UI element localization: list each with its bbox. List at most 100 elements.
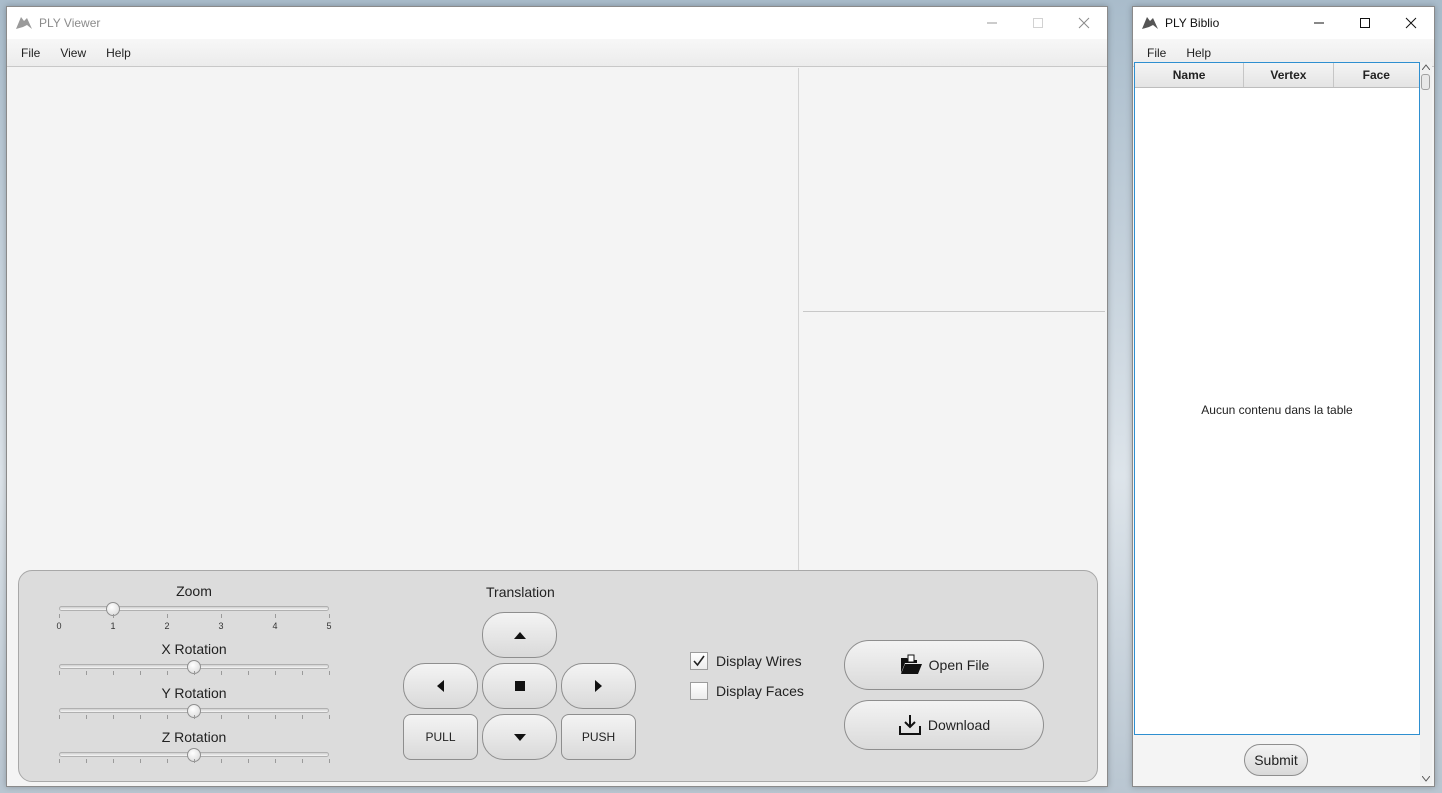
y-rotation-label: Y Rotation bbox=[161, 685, 227, 701]
z-rotation-label: Z Rotation bbox=[161, 729, 227, 745]
slider-tick bbox=[167, 715, 168, 719]
close-button[interactable] bbox=[1388, 7, 1434, 39]
scroll-up-icon[interactable] bbox=[1422, 64, 1430, 70]
app-logo-icon bbox=[1141, 15, 1159, 31]
slider-tick bbox=[302, 671, 303, 675]
menu-help[interactable]: Help bbox=[1176, 46, 1221, 60]
minimize-icon bbox=[1314, 22, 1324, 24]
app-logo-icon bbox=[15, 15, 33, 31]
scrollbar-thumb[interactable] bbox=[1421, 74, 1430, 90]
slider-tick bbox=[248, 759, 249, 763]
zoom-tick-label: 5 bbox=[326, 621, 332, 631]
slider-tick bbox=[59, 671, 60, 675]
window-title: PLY Biblio bbox=[1165, 16, 1220, 30]
zoom-tick bbox=[167, 614, 168, 618]
column-header-vertex[interactable]: Vertex bbox=[1244, 63, 1334, 87]
slider-tick bbox=[140, 759, 141, 763]
translate-up-button[interactable] bbox=[482, 612, 557, 658]
maximize-icon bbox=[1360, 18, 1370, 28]
download-button[interactable]: Download bbox=[844, 700, 1044, 750]
menu-help[interactable]: Help bbox=[96, 46, 141, 60]
display-faces-label: Display Faces bbox=[716, 683, 804, 699]
zoom-tick bbox=[221, 614, 222, 618]
slider-tick bbox=[167, 759, 168, 763]
x-rotation-label: X Rotation bbox=[161, 641, 227, 657]
slider-tick bbox=[194, 671, 195, 675]
close-icon bbox=[1405, 17, 1417, 29]
slider-tick bbox=[329, 715, 330, 719]
close-button[interactable] bbox=[1061, 7, 1107, 39]
display-wires-box[interactable] bbox=[690, 652, 708, 670]
minimize-button[interactable] bbox=[969, 7, 1015, 39]
ply-viewer-window: PLY Viewer File View Help Zoom 0 1 2 3 4 5 X … bbox=[6, 6, 1108, 787]
download-icon bbox=[898, 715, 921, 735]
slider-tick bbox=[167, 671, 168, 675]
slider-tick bbox=[86, 671, 87, 675]
minimize-icon bbox=[987, 22, 997, 24]
open-file-label: Open File bbox=[928, 657, 990, 673]
split-divider[interactable] bbox=[798, 68, 799, 571]
vertical-scrollbar[interactable] bbox=[1420, 62, 1432, 784]
push-button[interactable]: PUSH bbox=[561, 714, 636, 760]
submit-button[interactable]: Submit bbox=[1244, 744, 1308, 776]
zoom-tick bbox=[59, 614, 60, 618]
maximize-icon bbox=[1033, 18, 1043, 28]
display-wires-checkbox[interactable]: Display Wires bbox=[690, 652, 802, 670]
slider-tick bbox=[86, 715, 87, 719]
open-file-button[interactable]: Open File bbox=[844, 640, 1044, 690]
side-view-bottom[interactable] bbox=[803, 313, 1105, 571]
display-faces-checkbox[interactable]: Display Faces bbox=[690, 682, 804, 700]
3d-render-canvas[interactable] bbox=[8, 68, 799, 571]
side-view-top[interactable] bbox=[803, 68, 1105, 312]
menu-view[interactable]: View bbox=[50, 46, 96, 60]
checkmark-icon bbox=[693, 655, 705, 667]
slider-tick bbox=[302, 715, 303, 719]
window-title: PLY Viewer bbox=[39, 16, 101, 30]
column-header-name[interactable]: Name bbox=[1135, 63, 1245, 87]
side-split-divider[interactable] bbox=[803, 311, 1105, 312]
viewer-menubar: File View Help bbox=[7, 39, 1107, 67]
translate-left-button[interactable] bbox=[403, 663, 478, 709]
slider-tick bbox=[275, 715, 276, 719]
arrow-left-icon bbox=[437, 680, 444, 692]
zoom-slider-track[interactable] bbox=[59, 606, 329, 611]
maximize-button[interactable] bbox=[1015, 7, 1061, 39]
control-panel: Zoom 0 1 2 3 4 5 X Rotation Y Rotation Z Rota… bbox=[18, 570, 1098, 782]
slider-tick bbox=[86, 759, 87, 763]
zoom-tick-label: 0 bbox=[56, 621, 62, 631]
column-header-face[interactable]: Face bbox=[1334, 63, 1419, 87]
translate-right-button[interactable] bbox=[561, 663, 636, 709]
slider-tick bbox=[248, 715, 249, 719]
biblio-titlebar[interactable]: PLY Biblio bbox=[1133, 7, 1434, 39]
scroll-down-icon[interactable] bbox=[1422, 776, 1430, 782]
stop-icon bbox=[514, 681, 525, 691]
slider-tick bbox=[329, 759, 330, 763]
pull-button[interactable]: PULL bbox=[403, 714, 478, 760]
arrow-down-icon bbox=[513, 733, 526, 741]
ply-biblio-window: PLY Biblio File Help Name Vertex Face Au… bbox=[1132, 6, 1435, 787]
translate-stop-button[interactable] bbox=[482, 663, 557, 709]
menu-file[interactable]: File bbox=[1137, 46, 1176, 60]
slider-tick bbox=[329, 671, 330, 675]
slider-tick bbox=[113, 671, 114, 675]
slider-tick bbox=[194, 715, 195, 719]
slider-tick bbox=[113, 715, 114, 719]
display-faces-box[interactable] bbox=[690, 682, 708, 700]
slider-tick bbox=[221, 715, 222, 719]
zoom-tick-label: 3 bbox=[218, 621, 224, 631]
maximize-button[interactable] bbox=[1342, 7, 1388, 39]
zoom-tick bbox=[329, 614, 330, 618]
close-icon bbox=[1078, 17, 1090, 29]
folder-open-icon bbox=[900, 654, 922, 674]
menu-file[interactable]: File bbox=[11, 46, 50, 60]
slider-tick bbox=[194, 759, 195, 763]
minimize-button[interactable] bbox=[1296, 7, 1342, 39]
zoom-tick-label: 2 bbox=[164, 621, 170, 631]
model-table[interactable]: Name Vertex Face Aucun contenu dans la t… bbox=[1134, 62, 1420, 735]
display-wires-label: Display Wires bbox=[716, 653, 802, 669]
arrow-right-icon bbox=[595, 680, 602, 692]
slider-tick bbox=[59, 715, 60, 719]
viewer-titlebar[interactable]: PLY Viewer bbox=[7, 7, 1107, 39]
translate-down-button[interactable] bbox=[482, 714, 557, 760]
zoom-tick-label: 4 bbox=[272, 621, 278, 631]
